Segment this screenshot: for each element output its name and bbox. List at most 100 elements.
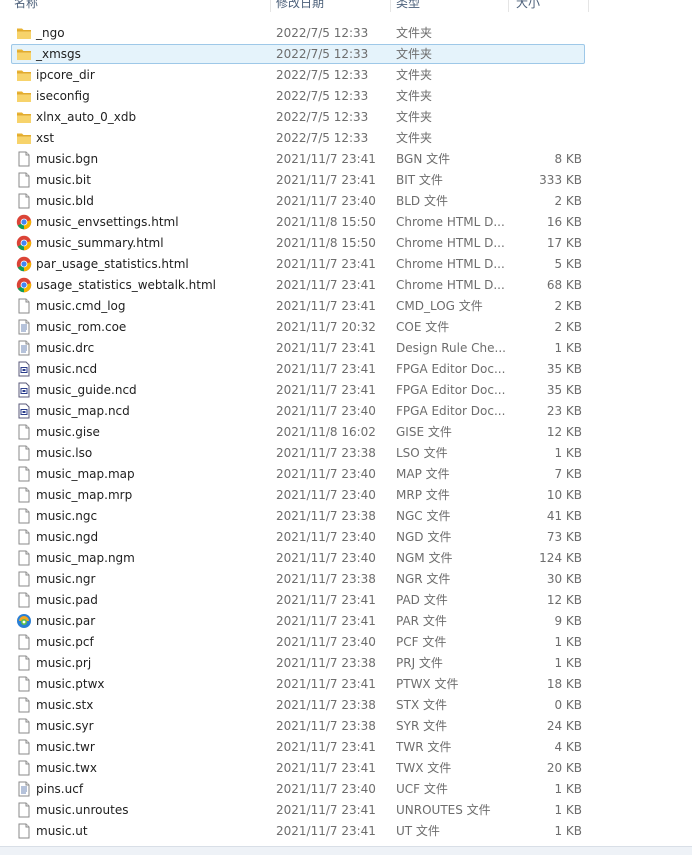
column-divider[interactable] xyxy=(508,0,509,12)
file-name[interactable]: music.stx xyxy=(36,695,93,716)
file-row[interactable]: music.pad 2021/11/7 23:41 PAD 文件 12 KB xyxy=(0,590,692,611)
file-row[interactable]: music.ngd 2021/11/7 23:40 NGD 文件 73 KB xyxy=(0,527,692,548)
file-row[interactable]: music.ut 2021/11/7 23:41 UT 文件 1 KB xyxy=(0,821,692,842)
file-row[interactable]: music.drc 2021/11/7 23:41 Design Rule Che.… xyxy=(0,338,692,359)
file-row[interactable]: music_map.mrp 2021/11/7 23:40 MRP 文件 10 KB xyxy=(0,485,692,506)
file-size: 0 KB xyxy=(554,698,582,712)
file-row[interactable]: music.pcf 2021/11/7 23:40 PCF 文件 1 KB xyxy=(0,632,692,653)
file-type: FPGA Editor Doc... xyxy=(396,404,506,418)
file-name[interactable]: music.ngc xyxy=(36,506,97,527)
file-row[interactable]: music.ngc 2021/11/7 23:38 NGC 文件 41 KB xyxy=(0,506,692,527)
file-name[interactable]: music.bit xyxy=(36,170,91,191)
file-size: 1 KB xyxy=(554,635,582,649)
file-row[interactable]: music.prj 2021/11/7 23:38 PRJ 文件 1 KB xyxy=(0,653,692,674)
file-name[interactable]: music.gise xyxy=(36,422,100,443)
column-header-type[interactable]: 类型 xyxy=(396,0,420,11)
file-row[interactable]: music_rom.coe 2021/11/7 20:32 COE 文件 2 KB xyxy=(0,317,692,338)
file-name[interactable]: music_map.map xyxy=(36,464,135,485)
file-name[interactable]: music.prj xyxy=(36,653,91,674)
file-name[interactable]: music.pad xyxy=(36,590,98,611)
file-row[interactable]: music_map.map 2021/11/7 23:40 MAP 文件 7 KB xyxy=(0,464,692,485)
file-date: 2021/11/7 23:41 xyxy=(276,614,376,628)
file-row[interactable]: music.lso 2021/11/7 23:38 LSO 文件 1 KB xyxy=(0,443,692,464)
file-row[interactable]: music.unroutes 2021/11/7 23:41 UNROUTES 文件… xyxy=(0,800,692,821)
file-name[interactable]: music.ngr xyxy=(36,569,95,590)
file-name[interactable]: music_rom.coe xyxy=(36,317,126,338)
file-row[interactable]: music.par 2021/11/7 23:41 PAR 文件 9 KB xyxy=(0,611,692,632)
file-row[interactable]: pins.ucf 2021/11/7 23:40 UCF 文件 1 KB xyxy=(0,779,692,800)
file-row[interactable]: music.bld 2021/11/7 23:40 BLD 文件 2 KB xyxy=(0,191,692,212)
file-name[interactable]: music_map.mrp xyxy=(36,485,132,506)
file-name[interactable]: music.ngd xyxy=(36,527,98,548)
file-type: FPGA Editor Doc... xyxy=(396,362,506,376)
file-row[interactable]: music.ptwx 2021/11/7 23:41 PTWX 文件 18 KB xyxy=(0,674,692,695)
file-name[interactable]: music.syr xyxy=(36,716,94,737)
file-name[interactable]: music.unroutes xyxy=(36,800,128,821)
file-row[interactable]: music_map.ncd 2021/11/7 23:40 FPGA Editor … xyxy=(0,401,692,422)
file-name[interactable]: iseconfig xyxy=(36,86,90,107)
file-name[interactable]: xst xyxy=(36,128,54,149)
folder-row[interactable]: xst 2022/7/5 12:33 文件夹 xyxy=(0,128,692,149)
file-row[interactable]: music.stx 2021/11/7 23:38 STX 文件 0 KB xyxy=(0,695,692,716)
file-name[interactable]: music.bgn xyxy=(36,149,98,170)
file-row[interactable]: usage_statistics_webtalk.html 2021/11/7 2… xyxy=(0,275,692,296)
file-name[interactable]: par_usage_statistics.html xyxy=(36,254,189,275)
folder-row[interactable]: xlnx_auto_0_xdb 2022/7/5 12:33 文件夹 xyxy=(0,107,692,128)
file-name[interactable]: music.twr xyxy=(36,737,95,758)
file-name[interactable]: music.pcf xyxy=(36,632,94,653)
file-name[interactable]: pins.ucf xyxy=(36,779,83,800)
file-row[interactable]: music.cmd_log 2021/11/7 23:41 CMD_LOG 文件 2 … xyxy=(0,296,692,317)
file-name[interactable]: music.drc xyxy=(36,338,94,359)
file-row[interactable]: music_guide.ncd 2021/11/7 23:41 FPGA Edito… xyxy=(0,380,692,401)
file-row[interactable]: music.twx 2021/11/7 23:41 TWX 文件 20 KB xyxy=(0,758,692,779)
file-row[interactable]: music.gise 2021/11/8 16:02 GISE 文件 12 KB xyxy=(0,422,692,443)
column-divider[interactable] xyxy=(588,0,589,12)
file-type: STX 文件 xyxy=(396,698,447,712)
file-row[interactable]: music_summary.html 2021/11/8 15:50 Chrome … xyxy=(0,233,692,254)
file-row[interactable]: music.bgn 2021/11/7 23:41 BGN 文件 8 KB xyxy=(0,149,692,170)
file-name[interactable]: _xmsgs xyxy=(36,44,81,65)
file-size: 8 KB xyxy=(554,152,582,166)
file-size: 18 KB xyxy=(546,677,582,691)
file-name[interactable]: music_map.ngm xyxy=(36,548,135,569)
file-row[interactable]: par_usage_statistics.html 2021/11/7 23:41… xyxy=(0,254,692,275)
file-name[interactable]: music.cmd_log xyxy=(36,296,126,317)
file-name[interactable]: ipcore_dir xyxy=(36,65,95,86)
file-name[interactable]: _ngo xyxy=(36,23,65,44)
folder-row[interactable]: iseconfig 2022/7/5 12:33 文件夹 xyxy=(0,86,692,107)
file-row[interactable]: music.bit 2021/11/7 23:41 BIT 文件 333 KB xyxy=(0,170,692,191)
file-row[interactable]: music_map.ngm 2021/11/7 23:40 NGM 文件 124 KB xyxy=(0,548,692,569)
folder-row[interactable]: ipcore_dir 2022/7/5 12:33 文件夹 xyxy=(0,65,692,86)
folder-icon xyxy=(16,25,32,41)
file-row[interactable]: music.syr 2021/11/7 23:38 SYR 文件 24 KB xyxy=(0,716,692,737)
file-size: 35 KB xyxy=(546,383,582,397)
file-name[interactable]: usage_statistics_webtalk.html xyxy=(36,275,216,296)
file-name[interactable]: music_guide.ncd xyxy=(36,380,137,401)
file-type: 文件夹 xyxy=(396,131,433,145)
file-name[interactable]: music.par xyxy=(36,611,95,632)
column-header-size[interactable]: 大小 xyxy=(516,0,540,11)
file-row[interactable]: music.ncd 2021/11/7 23:41 FPGA Editor Doc.… xyxy=(0,359,692,380)
file-name[interactable]: xlnx_auto_0_xdb xyxy=(36,107,136,128)
file-size: 1 KB xyxy=(554,446,582,460)
file-row[interactable]: music.twr 2021/11/7 23:41 TWR 文件 4 KB xyxy=(0,737,692,758)
file-name[interactable]: music.lso xyxy=(36,443,92,464)
column-divider[interactable] xyxy=(270,0,271,12)
file-name[interactable]: music_summary.html xyxy=(36,233,164,254)
folder-row[interactable]: _ngo 2022/7/5 12:33 文件夹 xyxy=(0,23,692,44)
file-name[interactable]: music.bld xyxy=(36,191,94,212)
file-name[interactable]: music.ut xyxy=(36,821,88,842)
file-name[interactable]: music.twx xyxy=(36,758,97,779)
par-app-icon xyxy=(16,613,32,629)
file-name[interactable]: music_map.ncd xyxy=(36,401,130,422)
file-row[interactable]: music.ngr 2021/11/7 23:38 NGR 文件 30 KB xyxy=(0,569,692,590)
folder-row[interactable]: _xmsgs 2022/7/5 12:33 文件夹 xyxy=(0,44,692,65)
file-name[interactable]: music.ncd xyxy=(36,359,97,380)
file-type: UCF 文件 xyxy=(396,782,448,796)
column-divider[interactable] xyxy=(390,0,391,12)
file-name[interactable]: music.ptwx xyxy=(36,674,105,695)
column-header-name[interactable]: 名称 xyxy=(14,0,38,11)
file-name[interactable]: music_envsettings.html xyxy=(36,212,179,233)
file-row[interactable]: music_envsettings.html 2021/11/8 15:50 Chr… xyxy=(0,212,692,233)
column-header-date[interactable]: 修改日期 xyxy=(276,0,324,11)
